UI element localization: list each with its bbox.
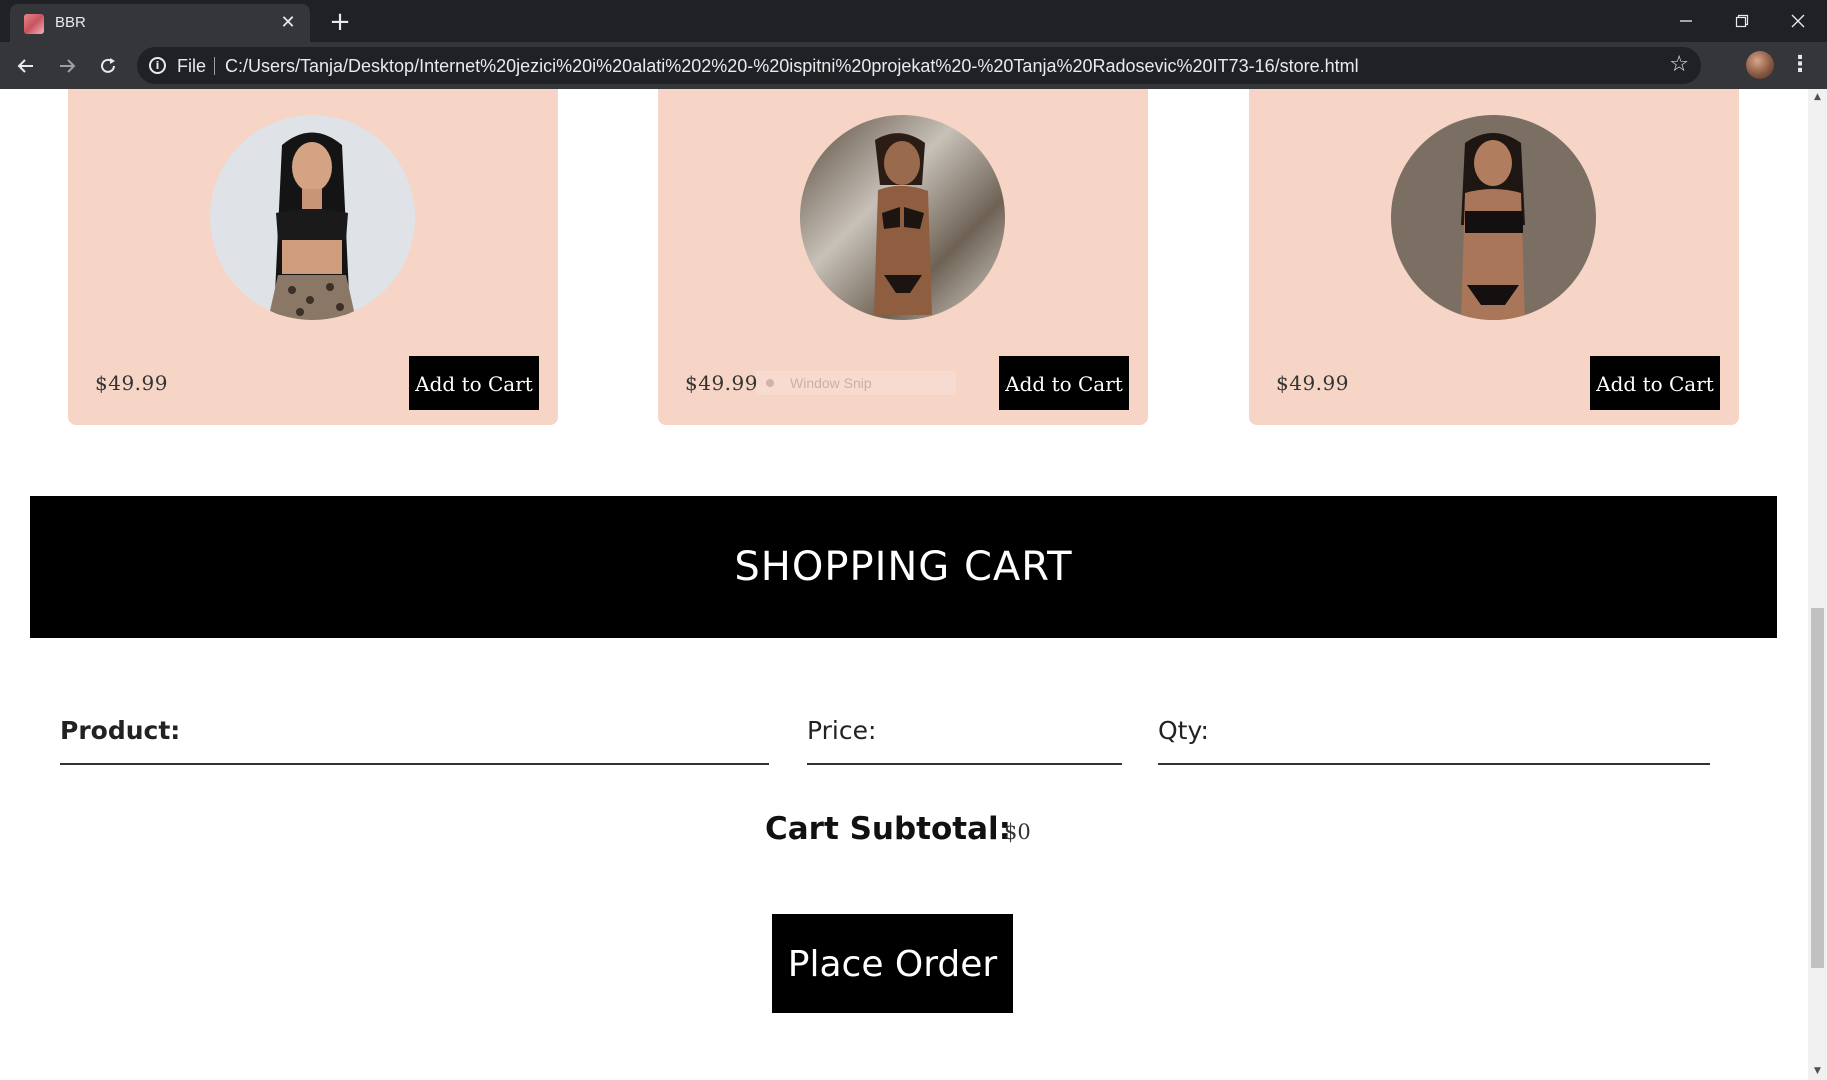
scroll-up-icon[interactable]: ▲ xyxy=(1808,89,1827,106)
product-price: $49.99 xyxy=(1276,371,1349,395)
browser-tab-strip: BBR ✕ + xyxy=(0,0,1827,42)
add-to-cart-button[interactable]: Add to Cart xyxy=(999,356,1129,410)
scrollbar-thumb[interactable] xyxy=(1811,608,1824,968)
product-price: $49.99 xyxy=(685,371,758,395)
profile-avatar[interactable] xyxy=(1746,51,1774,79)
favicon-icon xyxy=(24,14,44,34)
cart-header: SHOPPING CART xyxy=(30,496,1777,638)
price-column-divider xyxy=(807,763,1122,765)
product-card: $49.99 Window Snip Add to Cart xyxy=(658,89,1148,425)
tab-title: BBR xyxy=(55,14,86,31)
cart-title: SHOPPING CART xyxy=(734,544,1073,590)
snip-dot-icon xyxy=(766,379,774,387)
window-snip-overlay: Window Snip xyxy=(756,371,956,395)
product-image xyxy=(210,115,415,320)
minimize-icon[interactable] xyxy=(1657,0,1715,40)
back-icon[interactable] xyxy=(10,50,42,82)
close-tab-icon[interactable]: ✕ xyxy=(276,11,300,35)
place-order-button[interactable]: Place Order xyxy=(772,914,1013,1013)
cart-subtotal-label: Cart Subtotal: xyxy=(765,811,1012,847)
page-scrollbar[interactable]: ▲ ▼ xyxy=(1808,89,1827,1080)
info-icon[interactable]: i xyxy=(149,57,166,74)
url-text[interactable]: C:/Users/Tanja/Desktop/Internet%20jezici… xyxy=(225,56,1359,77)
browser-toolbar: i File C:/Users/Tanja/Desktop/Internet%2… xyxy=(0,42,1827,89)
product-price: $49.99 xyxy=(95,371,168,395)
page-viewport: $49.99 Add to Cart $49.99 Window Snip Ad… xyxy=(0,89,1808,1080)
product-card: $49.99 Add to Cart xyxy=(1249,89,1739,425)
snip-label: Window Snip xyxy=(790,375,872,391)
new-tab-button[interactable]: + xyxy=(326,8,354,36)
browser-tab[interactable]: BBR ✕ xyxy=(10,4,310,42)
scroll-down-icon[interactable]: ▼ xyxy=(1808,1063,1827,1080)
product-column-divider xyxy=(60,763,769,765)
qty-column-divider xyxy=(1158,763,1710,765)
address-separator xyxy=(214,57,215,75)
product-image xyxy=(1391,115,1596,320)
add-to-cart-button[interactable]: Add to Cart xyxy=(409,356,539,410)
product-card: $49.99 Add to Cart xyxy=(68,89,558,425)
address-bar[interactable]: i File C:/Users/Tanja/Desktop/Internet%2… xyxy=(137,47,1701,84)
reload-icon[interactable] xyxy=(92,50,124,82)
menu-icon[interactable]: ⋮ xyxy=(1785,50,1815,80)
price-column-header: Price: xyxy=(807,716,877,745)
cart-subtotal-value: $0 xyxy=(1004,820,1031,844)
product-column-header: Product: xyxy=(60,716,181,745)
scheme-label: File xyxy=(177,56,207,76)
forward-icon[interactable] xyxy=(51,50,83,82)
restore-icon[interactable] xyxy=(1713,0,1771,40)
product-image xyxy=(800,115,1005,320)
window-close-icon[interactable] xyxy=(1769,0,1827,40)
star-icon[interactable]: ☆ xyxy=(1669,52,1689,77)
qty-column-header: Qty: xyxy=(1158,716,1209,745)
add-to-cart-button[interactable]: Add to Cart xyxy=(1590,356,1720,410)
